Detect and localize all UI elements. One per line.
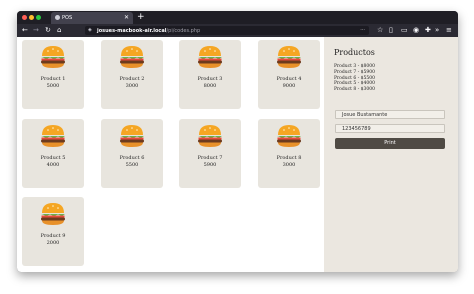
close-window-button[interactable] bbox=[22, 15, 27, 20]
extensions-icon[interactable]: ✚ bbox=[425, 26, 431, 35]
bookmark-icon[interactable]: ☆ bbox=[377, 26, 383, 35]
shortcut-icon[interactable]: » bbox=[435, 26, 439, 35]
product-grid: Product 1 5000 Product 2 3000 Product 3 … bbox=[17, 37, 324, 272]
burger-icon bbox=[277, 125, 301, 147]
navigation-bar: ← → ↻ ⌂ ◈ josues-macbook-air.local/pi/co… bbox=[17, 24, 458, 37]
title-bar: POS ✕ + bbox=[17, 11, 458, 24]
tab-title: POS bbox=[62, 15, 73, 21]
back-icon[interactable]: ← bbox=[22, 26, 28, 35]
new-tab-button[interactable]: + bbox=[137, 12, 145, 23]
product-price: 5900 bbox=[203, 162, 217, 168]
product-name: Product 6 bbox=[119, 155, 145, 161]
product-price: 5000 bbox=[46, 83, 60, 89]
print-button[interactable]: Print bbox=[335, 138, 445, 149]
product-card[interactable]: Product 2 3000 bbox=[101, 40, 163, 109]
product-price: 3000 bbox=[125, 83, 139, 89]
burger-icon bbox=[120, 125, 144, 147]
customer-id-field[interactable]: 123456789 bbox=[335, 124, 445, 133]
home-icon[interactable]: ⌂ bbox=[57, 26, 61, 35]
product-card[interactable]: Product 9 2000 bbox=[22, 197, 84, 266]
library-icon[interactable]: ▯ bbox=[389, 26, 393, 35]
product-card[interactable]: Product 4 9000 bbox=[258, 40, 320, 109]
product-name: Product 5 bbox=[40, 155, 66, 161]
customer-name-field[interactable]: Josue Bustamante bbox=[335, 110, 445, 119]
menu-icon[interactable]: ≡ bbox=[446, 26, 452, 35]
panel-title: Productos bbox=[334, 48, 375, 57]
url-text[interactable]: josues-macbook-air.local/pi/codes.php bbox=[97, 28, 200, 34]
address-bar[interactable]: ◈ josues-macbook-air.local/pi/codes.php … bbox=[85, 26, 369, 35]
forward-icon[interactable]: → bbox=[33, 26, 39, 35]
burger-icon bbox=[120, 46, 144, 68]
cart-panel: Productos Product 3 - $8000 Product 7 - … bbox=[324, 37, 458, 272]
product-card[interactable]: Product 3 8000 bbox=[179, 40, 241, 109]
cart-item: Product 7 - $5900 bbox=[334, 69, 375, 75]
product-name: Product 2 bbox=[119, 76, 145, 82]
cart-list: Product 3 - $8000 Product 7 - $5900 Prod… bbox=[334, 64, 375, 93]
burger-icon bbox=[41, 203, 65, 225]
browser-tab[interactable]: POS ✕ bbox=[51, 12, 133, 24]
product-price: 3000 bbox=[282, 162, 296, 168]
product-price: 5500 bbox=[125, 162, 139, 168]
product-card[interactable]: Product 6 5500 bbox=[101, 119, 163, 188]
burger-icon bbox=[198, 125, 222, 147]
burger-icon bbox=[41, 46, 65, 68]
url-host: josues-macbook-air.local bbox=[97, 27, 167, 34]
reload-icon[interactable]: ↻ bbox=[45, 26, 51, 35]
product-name: Product 7 bbox=[197, 155, 223, 161]
product-price: 4000 bbox=[46, 162, 60, 168]
tab-close-icon[interactable]: ✕ bbox=[124, 14, 129, 21]
burger-icon bbox=[277, 46, 301, 68]
product-name: Product 1 bbox=[40, 76, 66, 82]
product-price: 8000 bbox=[203, 83, 217, 89]
shield-icon[interactable]: ◈ bbox=[88, 27, 92, 33]
product-name: Product 4 bbox=[276, 76, 302, 82]
minimize-window-button[interactable] bbox=[29, 15, 34, 20]
product-card[interactable]: Product 1 5000 bbox=[22, 40, 84, 109]
sidebar-icon[interactable]: ▭ bbox=[401, 26, 408, 35]
product-price: 9000 bbox=[282, 83, 296, 89]
product-card[interactable]: Product 8 3000 bbox=[258, 119, 320, 188]
burger-icon bbox=[198, 46, 222, 68]
url-path: /pi/codes.php bbox=[166, 27, 201, 34]
product-price: 2000 bbox=[46, 240, 60, 246]
burger-icon bbox=[41, 125, 65, 147]
product-card[interactable]: Product 7 5900 bbox=[179, 119, 241, 188]
product-card[interactable]: Product 5 4000 bbox=[22, 119, 84, 188]
product-name: Product 9 bbox=[40, 233, 66, 239]
cart-item: Product 8 - $3000 bbox=[334, 87, 375, 93]
cart-item: Product 3 - $8000 bbox=[334, 64, 375, 69]
more-icon[interactable]: ··· bbox=[360, 27, 365, 33]
zoom-window-button[interactable] bbox=[36, 15, 41, 20]
page-content: Product 1 5000 Product 2 3000 Product 3 … bbox=[17, 37, 458, 272]
product-name: Product 8 bbox=[276, 155, 302, 161]
browser-window: POS ✕ + ← → ↻ ⌂ ◈ josues-macbook-air.loc… bbox=[17, 11, 458, 272]
product-name: Product 3 bbox=[197, 76, 223, 82]
account-icon[interactable]: ◉ bbox=[413, 26, 419, 35]
favicon-icon bbox=[55, 15, 60, 20]
